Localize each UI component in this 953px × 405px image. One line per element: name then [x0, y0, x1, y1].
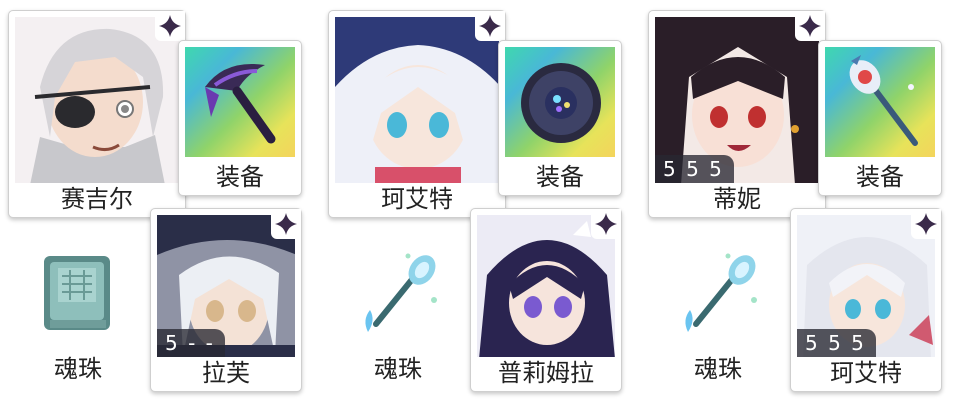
- loot-label: 魂珠: [374, 355, 422, 383]
- equip-art: [185, 47, 295, 157]
- four-point-star-icon: [479, 15, 501, 37]
- star-rating: 5 5 5: [655, 155, 734, 183]
- stone-tablet-icon: [44, 256, 110, 330]
- loot-item[interactable]: 魂珠: [348, 248, 448, 383]
- four-point-star-icon: [159, 15, 181, 37]
- equip-card[interactable]: 装备: [818, 40, 942, 196]
- loot-label: 魂珠: [694, 355, 742, 383]
- support-card-primula[interactable]: 普莉姆拉: [470, 208, 622, 392]
- favorite-badge[interactable]: [591, 209, 621, 239]
- hero-card-sagiel[interactable]: 赛吉尔: [8, 10, 186, 218]
- equip-card[interactable]: 装备: [178, 40, 302, 196]
- support-card-rafe[interactable]: 5 - - 拉芙: [150, 208, 302, 392]
- equip-label: 装备: [536, 163, 584, 191]
- star-rating: 5 - -: [157, 329, 225, 357]
- favorite-badge[interactable]: [271, 209, 301, 239]
- crystal-staff-icon: [849, 55, 918, 146]
- star-rating: 5 5 5: [797, 329, 876, 357]
- hero-portrait: [15, 17, 179, 183]
- favorite-badge[interactable]: [911, 209, 941, 239]
- loot-item[interactable]: 魂珠: [28, 248, 128, 383]
- four-point-star-icon: [275, 213, 297, 235]
- hero-card-tini[interactable]: 5 5 5 蒂妮: [648, 10, 826, 218]
- four-point-star-icon: [799, 15, 821, 37]
- four-point-star-icon: [915, 213, 937, 235]
- four-point-star-icon: [595, 213, 617, 235]
- dark-orb-icon: [521, 63, 601, 143]
- loot-label: 魂珠: [54, 355, 102, 383]
- support-name: 拉芙: [202, 359, 250, 387]
- hero-portrait: 5 5 5: [655, 17, 819, 183]
- dark-scythe-icon: [205, 63, 276, 144]
- equip-card[interactable]: 装备: [498, 40, 622, 196]
- crystal-staff-icon: [365, 253, 437, 332]
- hero-card-coette[interactable]: 珂艾特: [328, 10, 506, 218]
- equip-label: 装备: [856, 163, 904, 191]
- favorite-badge[interactable]: [795, 11, 825, 41]
- favorite-badge[interactable]: [155, 11, 185, 41]
- support-card-coette[interactable]: 5 5 5 珂艾特: [790, 208, 942, 392]
- equip-art: [505, 47, 615, 157]
- crystal-staff-icon: [685, 253, 757, 332]
- support-name: 普莉姆拉: [498, 359, 594, 387]
- equip-art: [825, 47, 935, 157]
- loot-item[interactable]: 魂珠: [668, 248, 768, 383]
- hero-portrait: [335, 17, 499, 183]
- support-name: 珂艾特: [830, 359, 902, 387]
- favorite-badge[interactable]: [475, 11, 505, 41]
- equip-label: 装备: [216, 163, 264, 191]
